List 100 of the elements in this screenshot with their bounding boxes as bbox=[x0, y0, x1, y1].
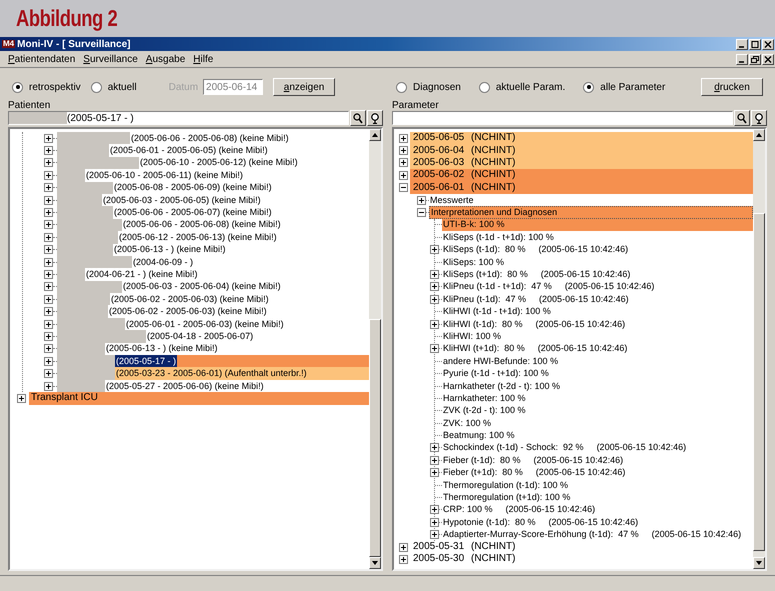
date-label[interactable]: 2005-06-05 bbox=[413, 133, 471, 144]
patient-label[interactable]: (2005-05-17 - ) bbox=[115, 355, 178, 368]
scrollbar[interactable] bbox=[369, 129, 381, 569]
parameter-label[interactable]: Fieber (t+1d): 80 % bbox=[442, 468, 524, 478]
expand-icon[interactable] bbox=[430, 456, 439, 465]
expand-icon[interactable] bbox=[44, 146, 53, 156]
patient-label[interactable]: (2004-06-21 - ) (keine Mibi!) bbox=[85, 268, 199, 281]
parameter-label[interactable]: Harnkatheter: 100 % bbox=[442, 394, 527, 403]
expand-icon[interactable] bbox=[44, 158, 53, 168]
show-button[interactable]: anzeigen bbox=[273, 78, 336, 96]
category-label[interactable]: Messwerte bbox=[429, 196, 475, 205]
parameter-label[interactable]: Harnkatheter (t-2d - t): 100 % bbox=[442, 382, 562, 390]
expand-icon[interactable] bbox=[44, 258, 53, 267]
patient-label[interactable]: (2005-06-12 - 2005-06-13) (keine Mibi!) bbox=[118, 231, 278, 244]
menu-item[interactable]: Ausgabe bbox=[146, 52, 186, 66]
patient-label[interactable]: (2005-06-08 - 2005-06-09) (keine Mibi!) bbox=[113, 182, 273, 194]
expand-icon[interactable] bbox=[44, 294, 53, 304]
expand-icon[interactable] bbox=[430, 505, 439, 514]
patient-label[interactable]: (2005-06-13 - ) (keine Mibi!) bbox=[113, 244, 227, 256]
expand-icon[interactable] bbox=[44, 270, 53, 279]
date-label[interactable]: 2005-06-03 bbox=[413, 158, 471, 168]
scrollbar[interactable] bbox=[753, 129, 765, 569]
parameter-label[interactable]: KliSeps (t-1d): 80 % bbox=[442, 245, 527, 254]
expand-icon[interactable] bbox=[430, 245, 439, 254]
parameter-label[interactable]: UTI-B-k: 100 % bbox=[442, 220, 506, 230]
radio-label[interactable]: aktuelle Param. bbox=[496, 80, 566, 94]
scroll-down-icon[interactable] bbox=[753, 557, 765, 569]
close-button[interactable] bbox=[762, 38, 774, 50]
scroll-up-icon[interactable] bbox=[369, 129, 381, 141]
patient-label[interactable]: (2005-06-13 - ) (keine Mibi!) bbox=[105, 342, 219, 356]
expand-icon[interactable] bbox=[430, 518, 439, 527]
expand-icon[interactable] bbox=[430, 270, 439, 279]
parameter-label[interactable]: KliHWI: 100 % bbox=[442, 332, 502, 341]
scroll-thumb[interactable] bbox=[369, 319, 381, 557]
parameter-label[interactable]: KliHWI (t+1d): 80 % bbox=[442, 344, 526, 354]
date-label[interactable]: 2005-06-02 bbox=[413, 170, 471, 180]
radio-label[interactable]: alle Parameter bbox=[600, 80, 666, 94]
patient-label[interactable]: (2005-05-27 - 2005-06-06) (keine Mibi!) bbox=[105, 380, 265, 392]
parameter-label[interactable]: andere HWI-Befunde: 100 % bbox=[442, 356, 560, 366]
radio-button[interactable] bbox=[478, 82, 490, 92]
expand-icon[interactable] bbox=[44, 307, 53, 316]
expand-icon[interactable] bbox=[44, 356, 53, 366]
expand-icon[interactable] bbox=[399, 542, 408, 552]
expand-icon[interactable] bbox=[430, 530, 439, 540]
patient-label[interactable]: (2005-06-03 - 2005-06-04) (keine Mibi!) bbox=[122, 280, 282, 294]
scroll-down-icon[interactable] bbox=[369, 557, 381, 569]
parameter-label[interactable]: KliSeps (t-1d - t+1d): 100 % bbox=[442, 232, 555, 242]
minimize-button[interactable] bbox=[736, 54, 748, 64]
expand-icon[interactable] bbox=[44, 320, 53, 329]
parameter-label[interactable]: Schockindex (t-1d) - Schock: 92 % bbox=[442, 443, 585, 452]
radio-label[interactable]: Diagnosen bbox=[413, 80, 461, 94]
find-button[interactable] bbox=[367, 110, 383, 126]
expand-icon[interactable] bbox=[44, 232, 53, 242]
parameter-label[interactable]: KliHWI (t-1d): 80 % bbox=[442, 320, 524, 329]
expand-icon[interactable] bbox=[399, 158, 408, 168]
parameter-label[interactable]: KliPneu (t-1d): 47 % bbox=[442, 294, 528, 304]
restore-button[interactable] bbox=[749, 54, 761, 64]
collapse-icon[interactable] bbox=[399, 183, 408, 192]
parameter-label[interactable]: ZVK (t-2d - t): 100 % bbox=[442, 406, 527, 416]
parameter-label[interactable]: KliSeps (t+1d): 80 % bbox=[442, 270, 529, 279]
expand-icon[interactable] bbox=[430, 282, 439, 292]
expand-icon[interactable] bbox=[44, 282, 53, 292]
close-button[interactable] bbox=[762, 54, 774, 64]
expand-icon[interactable] bbox=[44, 208, 53, 218]
menu-item[interactable]: Patientendaten bbox=[8, 52, 76, 66]
expand-icon[interactable] bbox=[44, 183, 53, 192]
expand-icon[interactable] bbox=[44, 332, 53, 341]
parameter-label[interactable]: Adaptierter-Murray-Score-Erhöhung (t-1d): 47 % bbox=[442, 530, 640, 540]
patient-label[interactable]: (2005-06-02 - 2005-06-03) (keine Mibi!) bbox=[108, 305, 268, 318]
scroll-thumb[interactable] bbox=[753, 213, 765, 551]
menu-item[interactable]: Hilfe bbox=[193, 52, 214, 66]
parameter-label[interactable]: Hypotonie (t-1d): 80 % bbox=[442, 518, 537, 527]
parameter-label[interactable]: Beatmung: 100 % bbox=[442, 431, 516, 440]
find-button[interactable] bbox=[751, 110, 767, 126]
parameter-label[interactable]: KliSeps: 100 % bbox=[442, 258, 506, 267]
collapse-icon[interactable] bbox=[417, 208, 426, 218]
search-field[interactable] bbox=[392, 111, 733, 125]
parameter-label[interactable]: Thermoregulation (t-1d): 100 % bbox=[442, 480, 570, 490]
minimize-button[interactable] bbox=[736, 38, 748, 50]
parameter-label[interactable]: CRP: 100 % bbox=[442, 505, 494, 514]
expand-icon[interactable] bbox=[399, 134, 408, 143]
expand-icon[interactable] bbox=[417, 196, 426, 205]
parameter-label[interactable]: KliHWI (t-1d - t+1d): 100 % bbox=[442, 307, 552, 316]
expand-icon[interactable] bbox=[399, 554, 408, 564]
expand-icon[interactable] bbox=[44, 369, 53, 378]
radio-button[interactable] bbox=[12, 82, 23, 92]
expand-icon[interactable] bbox=[44, 170, 53, 180]
date-label[interactable]: 2005-06-01 bbox=[413, 182, 471, 193]
parameter-label[interactable]: KliPneu (t-1d - t+1d): 47 % bbox=[442, 282, 553, 292]
print-button[interactable]: drucken bbox=[701, 78, 763, 96]
parameter-label[interactable]: Fieber (t-1d): 80 % bbox=[442, 456, 522, 465]
patient-label[interactable]: (2004-06-09 - ) bbox=[132, 256, 194, 268]
expand-icon[interactable] bbox=[399, 146, 408, 156]
patient-label[interactable]: (2005-06-06 - 2005-06-07) (keine Mibi!) bbox=[113, 206, 273, 219]
radio-button[interactable] bbox=[396, 82, 407, 92]
find-button[interactable] bbox=[350, 110, 366, 126]
expand-icon[interactable] bbox=[430, 468, 439, 478]
radio-label[interactable]: aktuell bbox=[108, 80, 137, 94]
expand-icon[interactable] bbox=[430, 320, 439, 329]
radio-button[interactable] bbox=[583, 82, 594, 92]
